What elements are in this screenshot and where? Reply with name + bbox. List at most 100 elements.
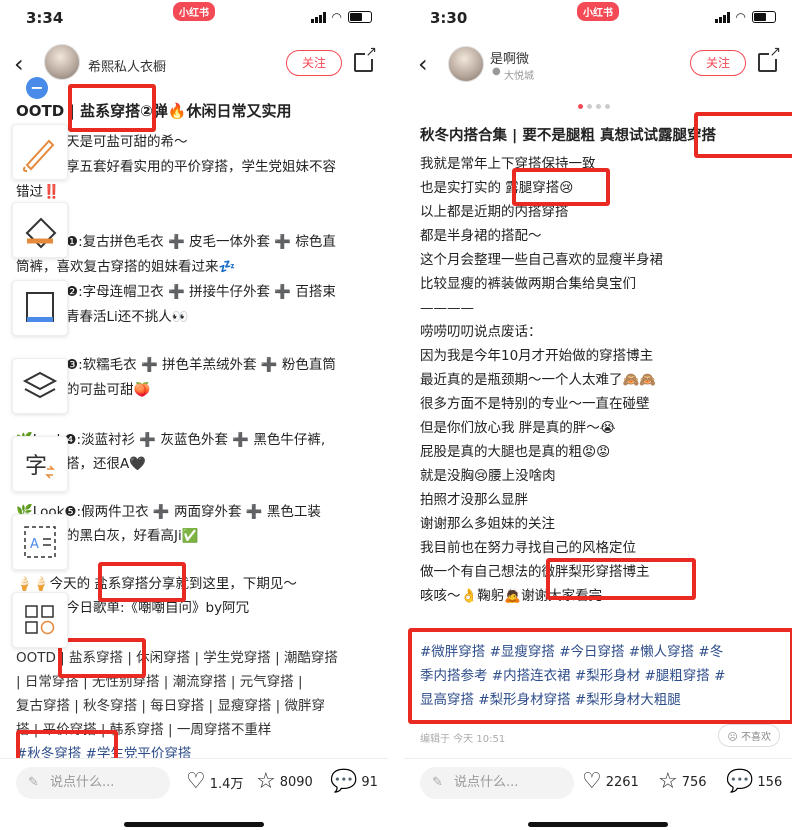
eraser-icon[interactable] xyxy=(12,202,68,258)
favorite-button[interactable]: ☆ 8090 xyxy=(256,771,313,793)
comment-input[interactable]: 说点什么... xyxy=(420,767,574,799)
body-line: 天是可盐可甜的希～ xyxy=(66,134,188,150)
post-header: ‹ 是啊微 大悦城 ● 关注 xyxy=(404,42,792,86)
layers-icon[interactable] xyxy=(12,358,68,414)
follow-button[interactable]: 关注 xyxy=(286,50,342,76)
highlight-box xyxy=(98,562,186,602)
favorite-button[interactable]: ☆ 756 xyxy=(658,771,707,793)
star-icon: ☆ xyxy=(658,769,678,794)
back-button[interactable]: ‹ xyxy=(418,50,428,78)
status-bar: 3:34 小红书 ◠ xyxy=(0,0,388,36)
comment-input[interactable]: 说点什么... xyxy=(16,767,170,799)
location-pin-icon: ● xyxy=(492,66,501,77)
comment-button[interactable]: 💬 156 xyxy=(726,771,782,793)
share-icon[interactable] xyxy=(354,45,378,72)
highlight-box xyxy=(546,558,696,600)
highlight-box xyxy=(58,638,146,678)
star-icon: ☆ xyxy=(256,769,276,794)
body-line: 的可盐可甜🍑 xyxy=(66,382,151,398)
body-line: 搭，还很A🖤 xyxy=(66,456,147,472)
status-time: 3:30 xyxy=(430,9,468,27)
wifi-icon: ◠ xyxy=(735,10,746,24)
highlight-box xyxy=(68,84,156,132)
body-line: 都是半身裙的搭配～ xyxy=(420,228,542,244)
body-line: ❷:字母连帽卫衣 ➕ 拼接牛仔外套 ➕ 百搭束 xyxy=(66,284,336,300)
back-button[interactable]: ‹ xyxy=(14,50,24,78)
like-count: 1.4万 xyxy=(209,776,244,792)
comment-count: 91 xyxy=(361,774,378,790)
collapse-toolbar-button[interactable]: − xyxy=(26,77,48,99)
battery-icon xyxy=(348,11,372,23)
app-brand-badge: 小红书 xyxy=(577,2,619,21)
status-bar: 3:30 小红书 ◠ xyxy=(404,0,792,36)
dislike-button[interactable]: ☹ 不喜欢 xyxy=(718,724,780,747)
translate-icon[interactable]: 字 xyxy=(12,436,68,492)
post-body: 我就是常年上下穿搭保持一致 也是实打实的 露腿穿搭😢 以上都是近期的内搭穿搭 都… xyxy=(420,152,663,608)
heart-icon: ♡ xyxy=(582,769,602,794)
frame-icon[interactable] xyxy=(12,280,68,336)
left-phone-screen: 3:34 小红书 ◠ ‹ 希熙私人衣橱 关注 OOTD | 盐系穿搭②弹🔥休闲日… xyxy=(0,0,388,830)
body-line: 因为我是今年10月才开始做的穿搭博主 xyxy=(420,348,654,364)
apps-icon[interactable] xyxy=(12,592,68,648)
body-line: ❸:软糯毛衣 ➕ 拼色羊羔绒外套 ➕ 粉色直筒 xyxy=(66,357,336,373)
home-indicator xyxy=(528,822,668,827)
author-name[interactable]: 希熙私人衣橱 xyxy=(88,56,166,75)
body-line: 青春活Li还不挑人👀 xyxy=(66,309,189,325)
highlight-box xyxy=(694,112,792,158)
body-line: 很多方面不是特别的专业～一直在碰壁 xyxy=(420,396,650,412)
avatar[interactable] xyxy=(448,46,484,82)
body-line: ❶:复古拼色毛衣 ➕ 皮毛一体外套 ➕ 棕色直 xyxy=(66,234,336,250)
home-indicator xyxy=(124,822,264,827)
body-line: 最近真的是瓶颈期～一个人太难了🙈🙈 xyxy=(420,372,657,388)
highlight-box xyxy=(408,628,792,724)
favorite-count: 756 xyxy=(681,774,707,790)
bottom-action-bar: 说点什么... ♡1.4万 ☆8090 💬91 xyxy=(0,758,388,809)
battery-icon xyxy=(752,11,776,23)
heart-icon: ♡ xyxy=(186,769,206,794)
body-line: 唠唠叨叨说点废话： xyxy=(420,324,542,340)
like-button[interactable]: ♡ 1.4万 xyxy=(186,771,243,793)
body-line: 就是没胸😢腰上没啥肉 xyxy=(420,468,556,484)
avatar[interactable] xyxy=(44,44,80,80)
like-count: 2261 xyxy=(605,774,639,790)
body-line: 拍照才没那么显胖 xyxy=(420,492,528,508)
body-line: ———— xyxy=(420,300,474,316)
status-time: 3:34 xyxy=(26,9,64,27)
svg-text:字: 字 xyxy=(25,454,47,479)
svg-text:A: A xyxy=(30,537,39,552)
follow-button[interactable]: 关注 xyxy=(690,50,746,76)
edited-timestamp: 编辑于 今天 10:51 xyxy=(420,734,506,745)
status-icons: ◠ xyxy=(310,10,372,24)
body-line: 谢谢那么多姐妹的关注 xyxy=(420,516,555,532)
comment-count: 156 xyxy=(757,774,783,790)
divider xyxy=(388,0,404,830)
status-icons: ◠ xyxy=(714,10,776,24)
body-line: 的黑白灰，好看高Ji✅ xyxy=(66,528,199,544)
body-line: 但是你们放心我 胖是真的胖～😭 xyxy=(420,420,616,436)
post-title: 秋冬内搭合集 | 要不是腿粗 真想试试露腿穿搭 xyxy=(420,128,716,144)
body-line: 错过‼️ xyxy=(16,184,60,200)
body-line: 我目前也在努力寻找自己的风格定位 xyxy=(420,540,636,556)
comment-button[interactable]: 💬 91 xyxy=(330,771,378,793)
app-brand-badge: 小红书 xyxy=(173,2,215,21)
chat-bubble-icon: 💬 xyxy=(726,769,754,794)
brush-icon[interactable] xyxy=(12,124,68,180)
dislike-icon: ☹ xyxy=(727,732,741,743)
share-icon[interactable] xyxy=(758,45,782,72)
author-name[interactable]: 是啊微 xyxy=(490,48,529,67)
highlight-box xyxy=(512,168,610,206)
bottom-action-bar: 说点什么... ♡2261 ☆756 💬156 xyxy=(404,758,792,809)
post-header: ‹ 希熙私人衣橱 关注 xyxy=(0,42,388,86)
signal-icon xyxy=(714,11,730,23)
dislike-label: 不喜欢 xyxy=(741,732,771,743)
tag-line[interactable]: 复古穿搭 | 秋冬穿搭 | 每日穿搭 | 显瘦穿搭 | 微胖穿 xyxy=(16,694,338,718)
ocr-icon[interactable]: A xyxy=(12,514,68,570)
chat-bubble-icon: 💬 xyxy=(330,769,358,794)
right-phone-screen: 3:30 小红书 ◠ ‹ 是啊微 大悦城 ● 关注 秋冬内搭合集 | 要不是腿粗… xyxy=(404,0,792,830)
favorite-count: 8090 xyxy=(279,774,313,790)
like-button[interactable]: ♡ 2261 xyxy=(582,771,639,793)
signal-icon xyxy=(310,11,326,23)
image-pager-dots xyxy=(578,104,610,109)
body-line: 这个月会整理一些自己喜欢的显瘦半身裙 xyxy=(420,252,663,268)
wifi-icon: ◠ xyxy=(331,10,342,24)
